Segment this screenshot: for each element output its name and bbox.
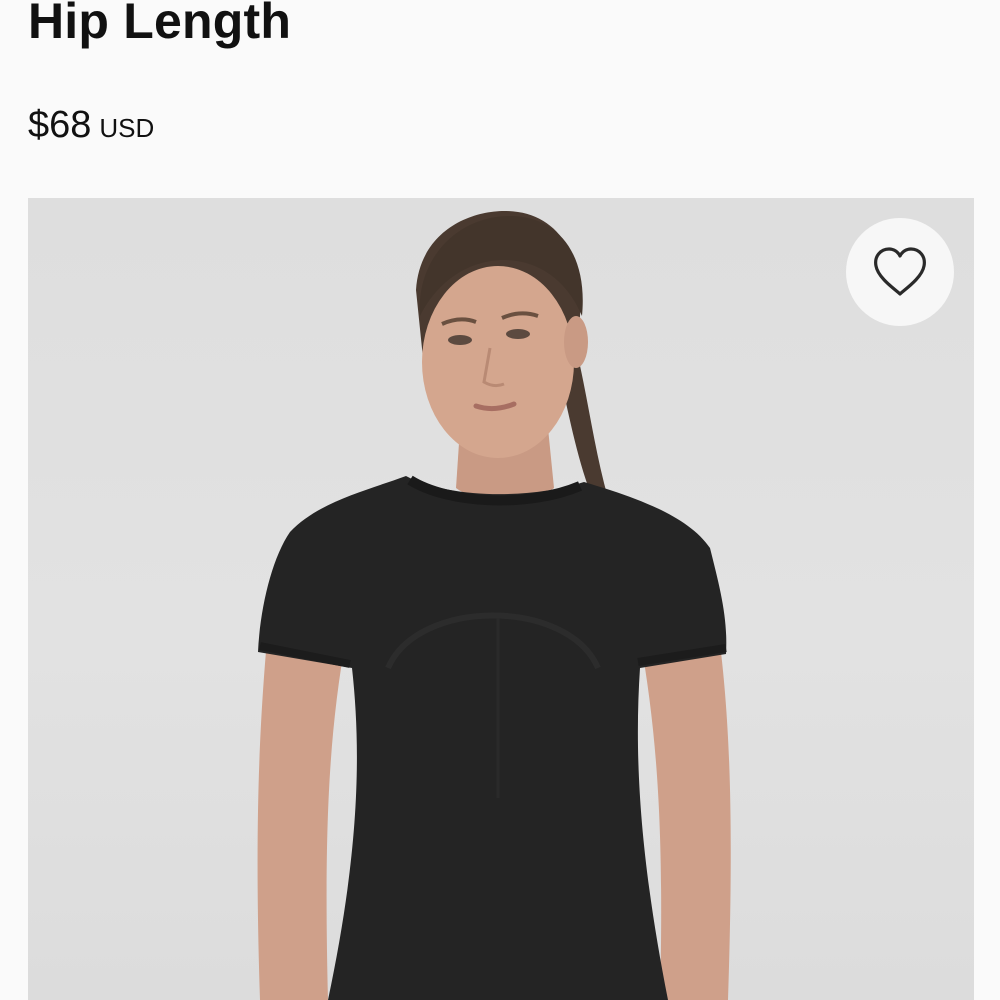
price-currency: USD: [99, 113, 155, 143]
right-eye: [506, 329, 530, 339]
ear: [564, 316, 588, 368]
face: [422, 266, 574, 458]
product-page: Hip Length $68 USD: [0, 0, 1000, 1000]
price: $68 USD: [28, 104, 154, 147]
left-arm: [257, 628, 346, 1000]
heart-outline-icon: [874, 247, 926, 296]
wishlist-button[interactable]: [846, 218, 954, 326]
price-amount: $68: [28, 104, 92, 146]
product-title: Hip Length: [28, 0, 292, 49]
left-eye: [448, 335, 472, 345]
product-image[interactable]: [28, 198, 974, 1000]
product-photo: [257, 210, 731, 1000]
